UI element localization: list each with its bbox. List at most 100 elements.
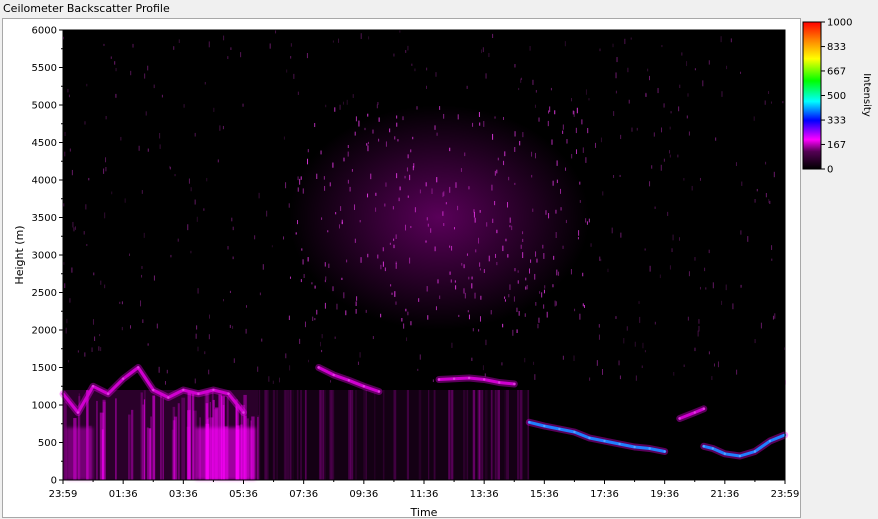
noise-speck <box>494 170 496 176</box>
noise-speck <box>86 83 88 87</box>
noise-speck <box>197 288 199 294</box>
x-tick-label: 07:36 <box>289 489 318 500</box>
noise-speck <box>339 104 341 110</box>
noise-speck <box>347 179 349 184</box>
noise-speck <box>338 38 340 43</box>
noise-speck <box>229 290 231 294</box>
layer-3-point <box>437 378 441 381</box>
noise-speck <box>142 319 144 323</box>
noise-speck <box>468 186 470 190</box>
noise-speck <box>316 309 318 315</box>
noise-speck <box>582 272 584 277</box>
noise-speck <box>582 303 584 307</box>
noise-speck <box>570 98 572 102</box>
x-tick-label: 23:59 <box>49 489 78 500</box>
noise-speck <box>702 80 704 87</box>
noise-speck <box>654 206 656 209</box>
noise-speck <box>105 116 107 120</box>
layer-5-point <box>723 452 727 455</box>
mid-streak <box>365 390 367 480</box>
noise-speck <box>352 94 354 98</box>
noise-speck <box>556 179 558 184</box>
noise-speck <box>194 199 196 205</box>
noise-speck <box>449 186 451 193</box>
noise-speck <box>367 113 369 117</box>
noise-speck <box>657 87 659 94</box>
noise-speck <box>178 39 180 43</box>
noise-speck <box>631 127 633 132</box>
noise-speck <box>88 177 90 181</box>
noise-speck <box>404 175 406 179</box>
noise-speck <box>496 229 498 234</box>
noise-speck <box>372 336 374 340</box>
layer-5-point <box>738 454 742 458</box>
noise-speck <box>717 361 719 368</box>
noise-speck <box>321 217 323 220</box>
noise-speck <box>579 313 581 320</box>
noise-speck <box>335 212 337 215</box>
layer-4-point <box>573 430 576 434</box>
noise-speck <box>530 259 532 263</box>
ground-streak <box>96 400 98 480</box>
noise-speck <box>496 169 498 174</box>
noise-speck <box>708 60 710 65</box>
noise-speck <box>585 89 587 95</box>
noise-speck <box>711 376 713 381</box>
noise-speck <box>245 328 247 334</box>
mid-streak <box>382 390 385 480</box>
noise-speck <box>579 181 581 185</box>
noise-speck <box>204 351 206 355</box>
noise-speck <box>496 261 498 266</box>
noise-speck <box>306 53 308 59</box>
x-tick-label: 21:36 <box>710 489 739 500</box>
noise-speck <box>683 178 685 181</box>
noise-speck <box>721 91 723 97</box>
mid-streak <box>494 390 497 480</box>
layer-3-point <box>467 376 471 380</box>
noise-speck <box>669 265 671 270</box>
noise-speck <box>455 285 457 290</box>
noise-speck <box>451 342 453 348</box>
noise-speck <box>206 177 208 182</box>
noise-speck <box>532 79 534 85</box>
noise-speck <box>492 218 494 223</box>
noise-speck <box>566 139 568 144</box>
noise-speck <box>575 149 577 155</box>
noise-speck <box>747 236 749 242</box>
noise-speck <box>261 338 263 342</box>
noise-speck <box>100 347 102 352</box>
noise-speck <box>114 61 116 65</box>
noise-speck <box>653 132 655 137</box>
noise-speck <box>654 321 656 325</box>
noise-speck <box>285 182 287 189</box>
noise-speck <box>299 338 301 344</box>
noise-speck <box>562 355 564 360</box>
noise-speck <box>511 225 513 231</box>
noise-speck <box>435 306 437 311</box>
noise-speck <box>129 253 131 256</box>
noise-speck <box>691 185 693 191</box>
noise-speck <box>111 191 113 195</box>
noise-speck <box>391 292 393 295</box>
noise-speck <box>732 303 734 310</box>
noise-speck <box>69 148 71 152</box>
noise-speck <box>311 282 313 285</box>
noise-speck <box>753 116 755 121</box>
ground-streak <box>143 399 146 480</box>
noise-speck <box>555 232 557 239</box>
noise-speck <box>554 110 556 115</box>
noise-speck <box>370 173 372 180</box>
noise-speck <box>478 112 480 117</box>
noise-speck <box>760 322 762 329</box>
noise-speck <box>414 207 416 213</box>
mid-streak <box>296 390 299 480</box>
noise-speck <box>130 325 132 329</box>
noise-speck <box>483 269 485 273</box>
noise-speck <box>324 262 326 267</box>
noise-speck <box>147 148 149 152</box>
mid-streak <box>466 390 469 480</box>
noise-speck <box>297 91 299 95</box>
noise-speck <box>538 317 540 323</box>
y-tick-label: 500 <box>38 438 57 449</box>
noise-speck <box>436 177 438 183</box>
